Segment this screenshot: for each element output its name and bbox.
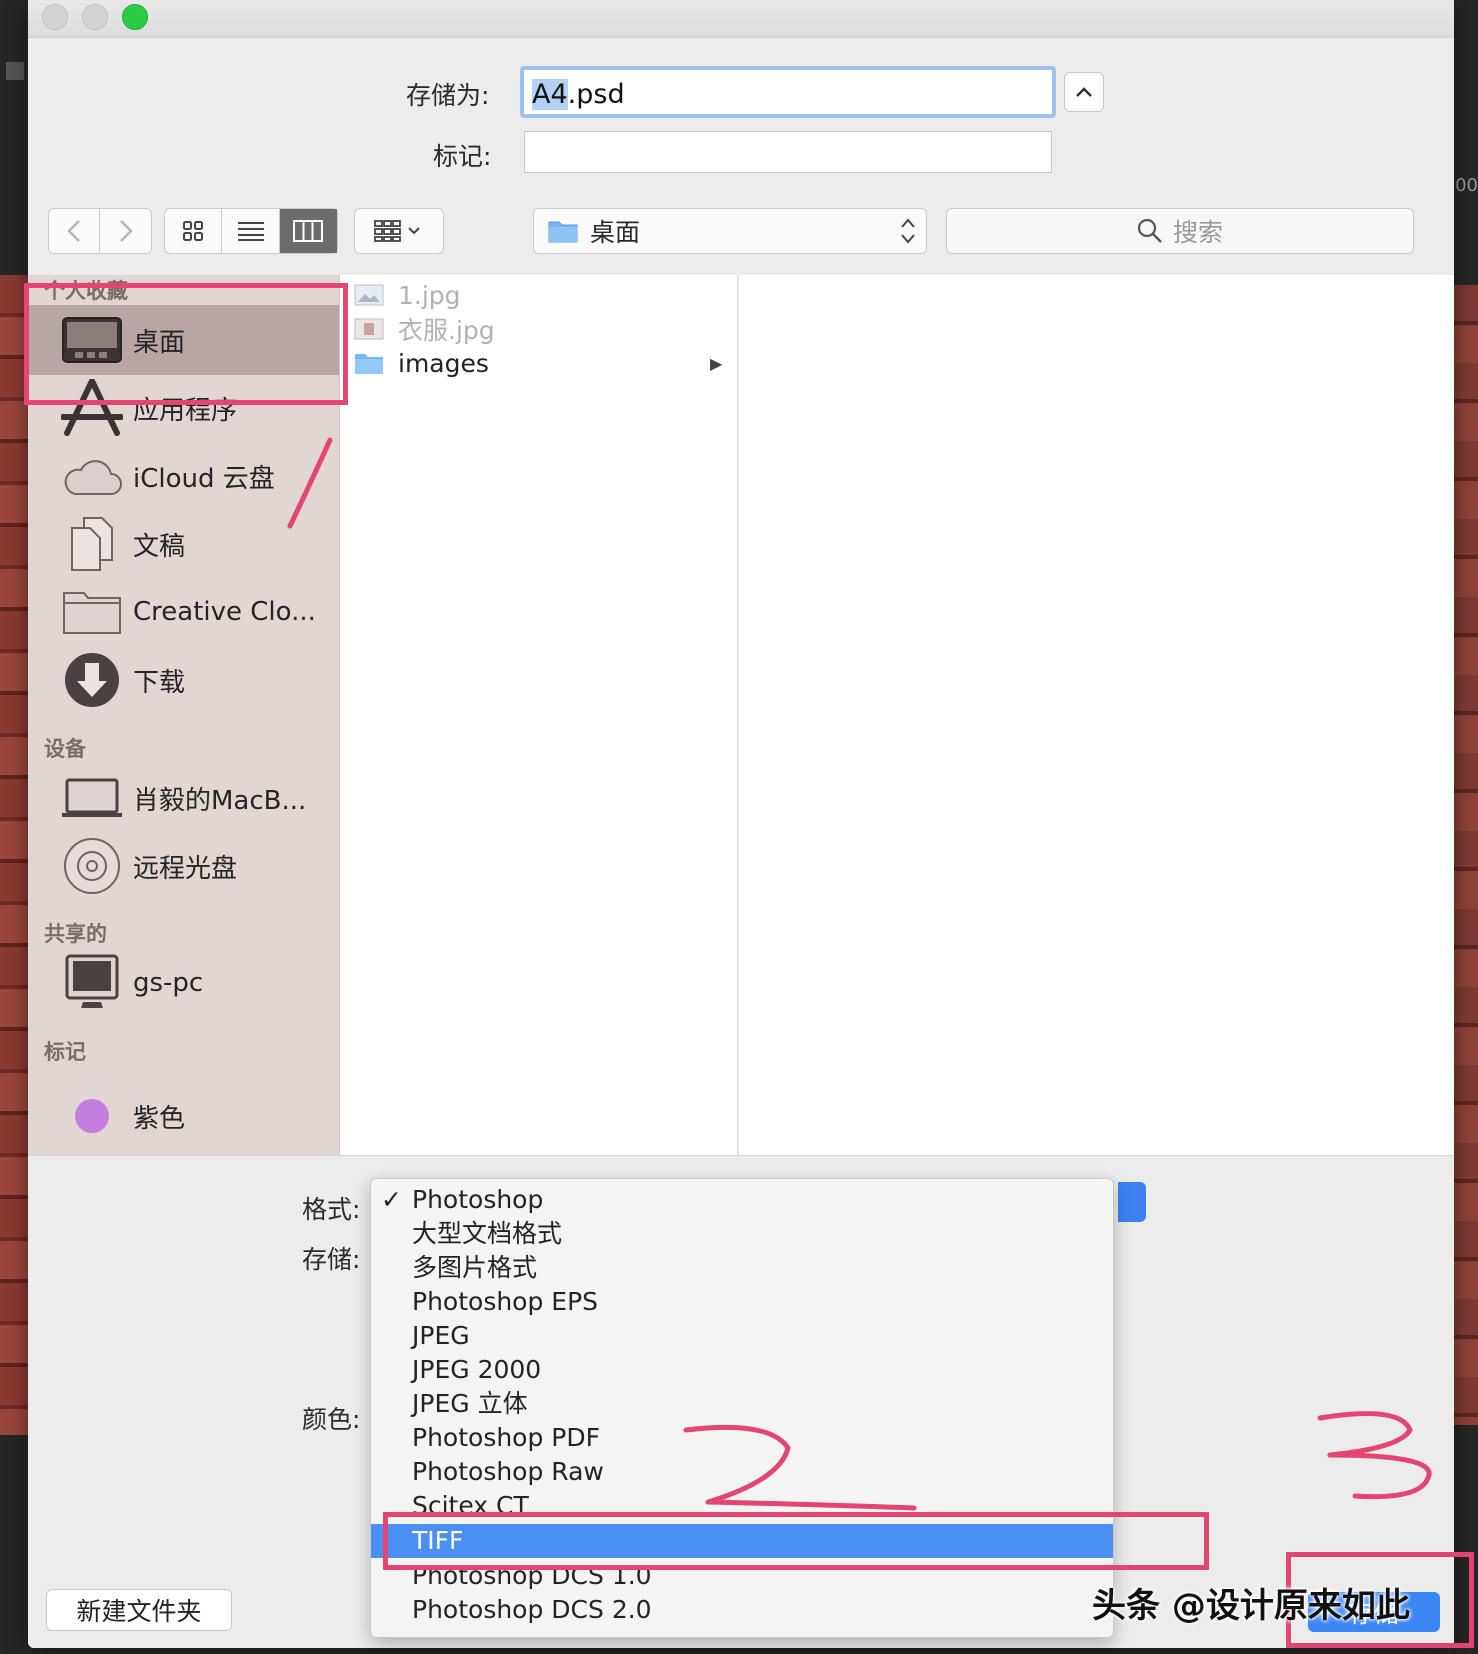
file-item[interactable]: 1.jpg bbox=[354, 278, 461, 312]
sidebar-header-devices: 设备 bbox=[44, 737, 86, 761]
color-label: 颜色: bbox=[302, 1405, 361, 1434]
menu-item-photoshop-pdf[interactable]: Photoshop PDF bbox=[371, 1421, 1113, 1455]
laptop-icon bbox=[60, 766, 124, 830]
watermark-text: 头条 @设计原来如此 bbox=[1092, 1586, 1410, 1626]
background-app-left bbox=[0, 0, 28, 1654]
annotation-box-desktop bbox=[24, 283, 348, 405]
menu-item-large-document[interactable]: 大型文档格式 bbox=[371, 1217, 1113, 1251]
filename-input[interactable]: A4.psd bbox=[520, 66, 1056, 118]
disc-icon bbox=[60, 834, 124, 898]
file-item[interactable]: 衣服.jpg bbox=[354, 312, 495, 346]
image-file-icon bbox=[354, 284, 384, 306]
folder-icon bbox=[355, 354, 383, 374]
sidebar-header-tags: 标记 bbox=[44, 1040, 86, 1064]
chevron-up-icon bbox=[1076, 87, 1092, 97]
sidebar-item-documents[interactable]: 文稿 bbox=[28, 509, 339, 579]
purple-tag-icon bbox=[60, 1084, 124, 1148]
arrange-grid-icon bbox=[374, 220, 420, 242]
forward-button[interactable] bbox=[100, 209, 151, 253]
arrange-button[interactable] bbox=[355, 209, 443, 253]
search-icon bbox=[1137, 218, 1162, 243]
sidebar-item-gs-pc[interactable]: gs-pc bbox=[28, 948, 339, 1018]
sidebar-item-creative-cloud[interactable]: Creative Clo... bbox=[28, 577, 339, 647]
column-view-button[interactable] bbox=[279, 209, 338, 253]
navigation-buttons bbox=[48, 208, 152, 254]
save-options-label: 存储: bbox=[302, 1245, 361, 1274]
download-icon bbox=[60, 648, 124, 712]
file-column-1: 1.jpg 衣服.jpg images ▶ bbox=[340, 275, 738, 1155]
title-bar bbox=[28, 0, 1454, 38]
view-mode-buttons bbox=[164, 208, 338, 254]
sidebar-item-label: Creative Clo... bbox=[133, 597, 316, 627]
sidebar-item-label: 下载 bbox=[133, 667, 186, 698]
search-placeholder: 搜索 bbox=[1172, 218, 1223, 247]
columns-icon bbox=[293, 220, 324, 242]
file-column-2 bbox=[739, 275, 1454, 1155]
saveas-label: 存储为: bbox=[406, 81, 490, 110]
background-ruler-text: 00 bbox=[1455, 175, 1478, 196]
documents-icon bbox=[60, 512, 124, 576]
location-label: 桌面 bbox=[590, 218, 641, 247]
list-view-button[interactable] bbox=[222, 209, 280, 253]
cloud-icon bbox=[60, 444, 124, 508]
filename-selected-text: A4 bbox=[532, 79, 568, 110]
sidebar-item-macbook[interactable]: 肖毅的MacB... bbox=[28, 763, 339, 833]
background-image-strip bbox=[1452, 285, 1478, 1425]
menu-item-multi-picture[interactable]: 多图片格式 bbox=[371, 1251, 1113, 1285]
tags-input[interactable] bbox=[524, 131, 1052, 173]
new-folder-button[interactable]: 新建文件夹 bbox=[46, 1589, 232, 1631]
folder-item[interactable]: images ▶ bbox=[354, 346, 722, 380]
sidebar-item-label: 远程光盘 bbox=[133, 853, 238, 884]
arrange-button-group bbox=[354, 208, 444, 254]
sidebar-item-downloads[interactable]: 下载 bbox=[28, 645, 339, 715]
monitor-icon bbox=[60, 951, 124, 1015]
minimize-window-button[interactable] bbox=[82, 4, 108, 30]
folder-icon bbox=[548, 221, 578, 243]
expand-dialog-button[interactable] bbox=[1064, 72, 1104, 112]
file-name: 1.jpg bbox=[398, 280, 461, 310]
sidebar-item-tag-purple[interactable]: 紫色 bbox=[28, 1081, 339, 1151]
background-image-strip bbox=[0, 275, 28, 1435]
menu-item-photoshop-raw[interactable]: Photoshop Raw bbox=[371, 1455, 1113, 1489]
sidebar-header-shared: 共享的 bbox=[44, 922, 107, 946]
image-file-icon bbox=[354, 318, 384, 340]
background-ruler-mark bbox=[6, 62, 24, 80]
menu-item-photoshop-dcs-2[interactable]: Photoshop DCS 2.0 bbox=[371, 1593, 1113, 1627]
chevron-left-icon bbox=[67, 220, 80, 242]
checkmark-icon: ✓ bbox=[381, 1185, 402, 1214]
updown-chevron-icon bbox=[901, 218, 915, 244]
back-button[interactable] bbox=[49, 209, 101, 253]
filename-extension: .psd bbox=[567, 79, 625, 110]
menu-item-jpeg[interactable]: JPEG bbox=[371, 1319, 1113, 1353]
disclosure-arrow-icon: ▶ bbox=[710, 353, 723, 373]
sidebar-item-icloud[interactable]: iCloud 云盘 bbox=[28, 441, 339, 511]
format-popup-arrows[interactable] bbox=[1118, 1182, 1146, 1222]
close-window-button[interactable] bbox=[42, 4, 68, 30]
grid-icon bbox=[183, 221, 204, 241]
folder-icon bbox=[60, 580, 124, 644]
sidebar-item-label: 文稿 bbox=[133, 531, 186, 562]
sidebar-item-remote-disc[interactable]: 远程光盘 bbox=[28, 831, 339, 901]
icon-view-button[interactable] bbox=[165, 209, 223, 253]
file-name: 衣服.jpg bbox=[398, 316, 495, 345]
annotation-box-tiff bbox=[383, 1512, 1209, 1570]
menu-item-jpeg-stereo[interactable]: JPEG 立体 bbox=[371, 1387, 1113, 1421]
file-name: images bbox=[398, 348, 489, 378]
zoom-window-button[interactable] bbox=[122, 4, 148, 30]
background-app-right: 00 bbox=[1452, 0, 1478, 1654]
sidebar-item-label: 紫色 bbox=[133, 1103, 186, 1134]
sidebar-item-label: iCloud 云盘 bbox=[133, 463, 275, 494]
menu-item-photoshop[interactable]: ✓ Photoshop bbox=[371, 1183, 1113, 1217]
tags-label: 标记: bbox=[433, 142, 492, 171]
menu-item-jpeg-2000[interactable]: JPEG 2000 bbox=[371, 1353, 1113, 1387]
menu-item-photoshop-eps[interactable]: Photoshop EPS bbox=[371, 1285, 1113, 1319]
format-label: 格式: bbox=[302, 1195, 361, 1224]
sidebar: 个人收藏 桌面 应用程序 iCloud 云盘 文稿 Creative Clo..… bbox=[28, 275, 340, 1155]
search-field[interactable]: 搜索 bbox=[946, 208, 1414, 254]
chevron-right-icon bbox=[119, 220, 133, 242]
sidebar-item-label: gs-pc bbox=[133, 968, 204, 998]
sidebar-item-label: 肖毅的MacB... bbox=[133, 785, 307, 816]
location-popup[interactable]: 桌面 bbox=[533, 208, 927, 254]
list-icon bbox=[237, 222, 264, 241]
